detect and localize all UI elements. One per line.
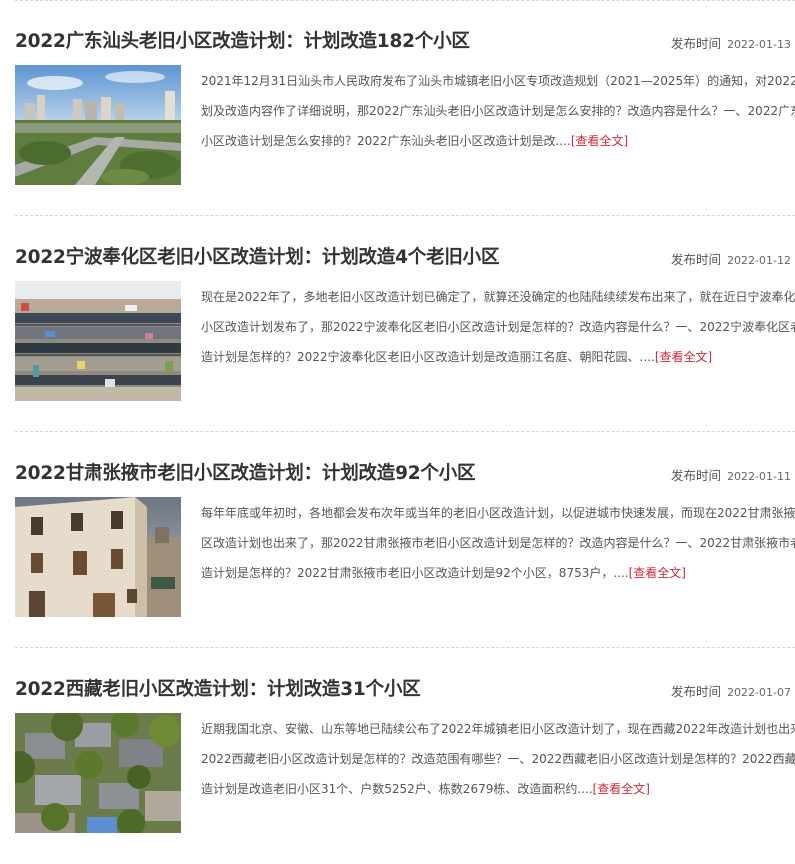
- article-summary: 2021年12月31日汕头市人民政府发布了汕头市城镇老旧小区专项改造规划（202…: [201, 66, 795, 166]
- publish-date-value: 2022-01-07: [727, 686, 791, 699]
- old-building-image[interactable]: [15, 497, 181, 617]
- publish-date-value: 2022-01-12: [727, 254, 791, 267]
- publish-date-label: 发布时间: [671, 684, 722, 699]
- read-more-link[interactable]: [查看全文]: [655, 350, 712, 364]
- publish-date-value: 2022-01-13: [727, 38, 791, 51]
- article-title-link[interactable]: 2022宁波奉化区老旧小区改造计划：计划改造4个老旧小区: [15, 245, 499, 271]
- summary-line: 造计划是怎样的？2022甘肃张掖市老旧小区改造计划是92个小区，8753户，..…: [201, 558, 795, 588]
- publish-date-label: 发布时间: [671, 36, 722, 51]
- summary-line: 现在是2022年了，多地老旧小区改造计划已确定了，就算还没确定的也陆陆续续发布出…: [201, 290, 795, 304]
- article-summary: 现在是2022年了，多地老旧小区改造计划已确定了，就算还没确定的也陆陆续续发布出…: [201, 282, 795, 382]
- article-item: 2022西藏老旧小区改造计划：计划改造31个小区 发布时间 2022-01-07: [0, 648, 795, 864]
- summary-line: 2021年12月31日汕头市人民政府发布了汕头市城镇老旧小区专项改造规划（202…: [201, 74, 795, 88]
- publish-date: 发布时间 2022-01-12: [671, 249, 791, 268]
- publish-date: 发布时间 2022-01-07: [671, 681, 791, 700]
- article-item: 2022甘肃张掖市老旧小区改造计划：计划改造92个小区 发布时间 2022-01-…: [0, 432, 795, 648]
- summary-line: 每年年底或年初时，各地都会发布次年或当年的老旧小区改造计划，以促进城市快速发展，…: [201, 506, 795, 520]
- summary-line: 区改造计划也出来了，那2022甘肃张掖市老旧小区改造计划是怎样的？改造内容是什么…: [201, 536, 795, 550]
- summary-line: 划及改造内容作了详细说明，那2022广东汕头老旧小区改造计划是怎么安排的？改造内…: [201, 104, 795, 118]
- summary-line: 近期我国北京、安徽、山东等地已陆续公布了2022年城镇老旧小区改造计划了，现在西…: [201, 722, 795, 736]
- city-aerial-image[interactable]: [15, 65, 181, 185]
- publish-date: 发布时间 2022-01-11: [671, 465, 791, 484]
- summary-line: 小区改造计划是怎么安排的？2022广东汕头老旧小区改造计划是改....[查看全文…: [201, 126, 795, 156]
- publish-date-value: 2022-01-11: [727, 470, 791, 483]
- publish-date-label: 发布时间: [671, 468, 722, 483]
- article-title-link[interactable]: 2022西藏老旧小区改造计划：计划改造31个小区: [15, 677, 421, 703]
- article-item: 2022广东汕头老旧小区改造计划：计划改造182个小区 发布时间 2022-01-…: [0, 0, 795, 216]
- summary-line: 2022西藏老旧小区改造计划是怎样的？改造范围有哪些？一、2022西藏老旧小区改…: [201, 752, 795, 766]
- publish-date-label: 发布时间: [671, 252, 722, 267]
- read-more-link[interactable]: [查看全文]: [629, 566, 686, 580]
- summary-line-text: 小区改造计划是怎么安排的？2022广东汕头老旧小区改造计划是改....: [201, 134, 571, 148]
- summary-line: 造计划是怎样的？2022宁波奉化区老旧小区改造计划是改造丽江名庭、朝阳花园、..…: [201, 342, 795, 372]
- summary-line-text: 造计划是怎样的？2022宁波奉化区老旧小区改造计划是改造丽江名庭、朝阳花园、..…: [201, 350, 655, 364]
- summary-line-text: 造计划是改造老旧小区31个、户数5252户、栋数2679栋、改造面积约....: [201, 782, 593, 796]
- article-item: 2022宁波奉化区老旧小区改造计划：计划改造4个老旧小区 发布时间 2022-01…: [0, 216, 795, 432]
- summary-line: 小区改造计划发布了，那2022宁波奉化区老旧小区改造计划是怎样的？改造内容是什么…: [201, 320, 795, 334]
- old-balconies-image[interactable]: [15, 281, 181, 401]
- article-title-link[interactable]: 2022广东汕头老旧小区改造计划：计划改造182个小区: [15, 29, 470, 55]
- publish-date: 发布时间 2022-01-13: [671, 33, 791, 52]
- article-summary: 近期我国北京、安徽、山东等地已陆续公布了2022年城镇老旧小区改造计划了，现在西…: [201, 714, 795, 814]
- read-more-link[interactable]: [查看全文]: [571, 134, 628, 148]
- article-title-link[interactable]: 2022甘肃张掖市老旧小区改造计划：计划改造92个小区: [15, 461, 476, 487]
- summary-line: 造计划是改造老旧小区31个、户数5252户、栋数2679栋、改造面积约....[…: [201, 774, 795, 804]
- rooftops-trees-image[interactable]: [15, 713, 181, 833]
- article-summary: 每年年底或年初时，各地都会发布次年或当年的老旧小区改造计划，以促进城市快速发展，…: [201, 498, 795, 598]
- summary-line-text: 造计划是怎样的？2022甘肃张掖市老旧小区改造计划是92个小区，8753户，..…: [201, 566, 629, 580]
- read-more-link[interactable]: [查看全文]: [593, 782, 650, 796]
